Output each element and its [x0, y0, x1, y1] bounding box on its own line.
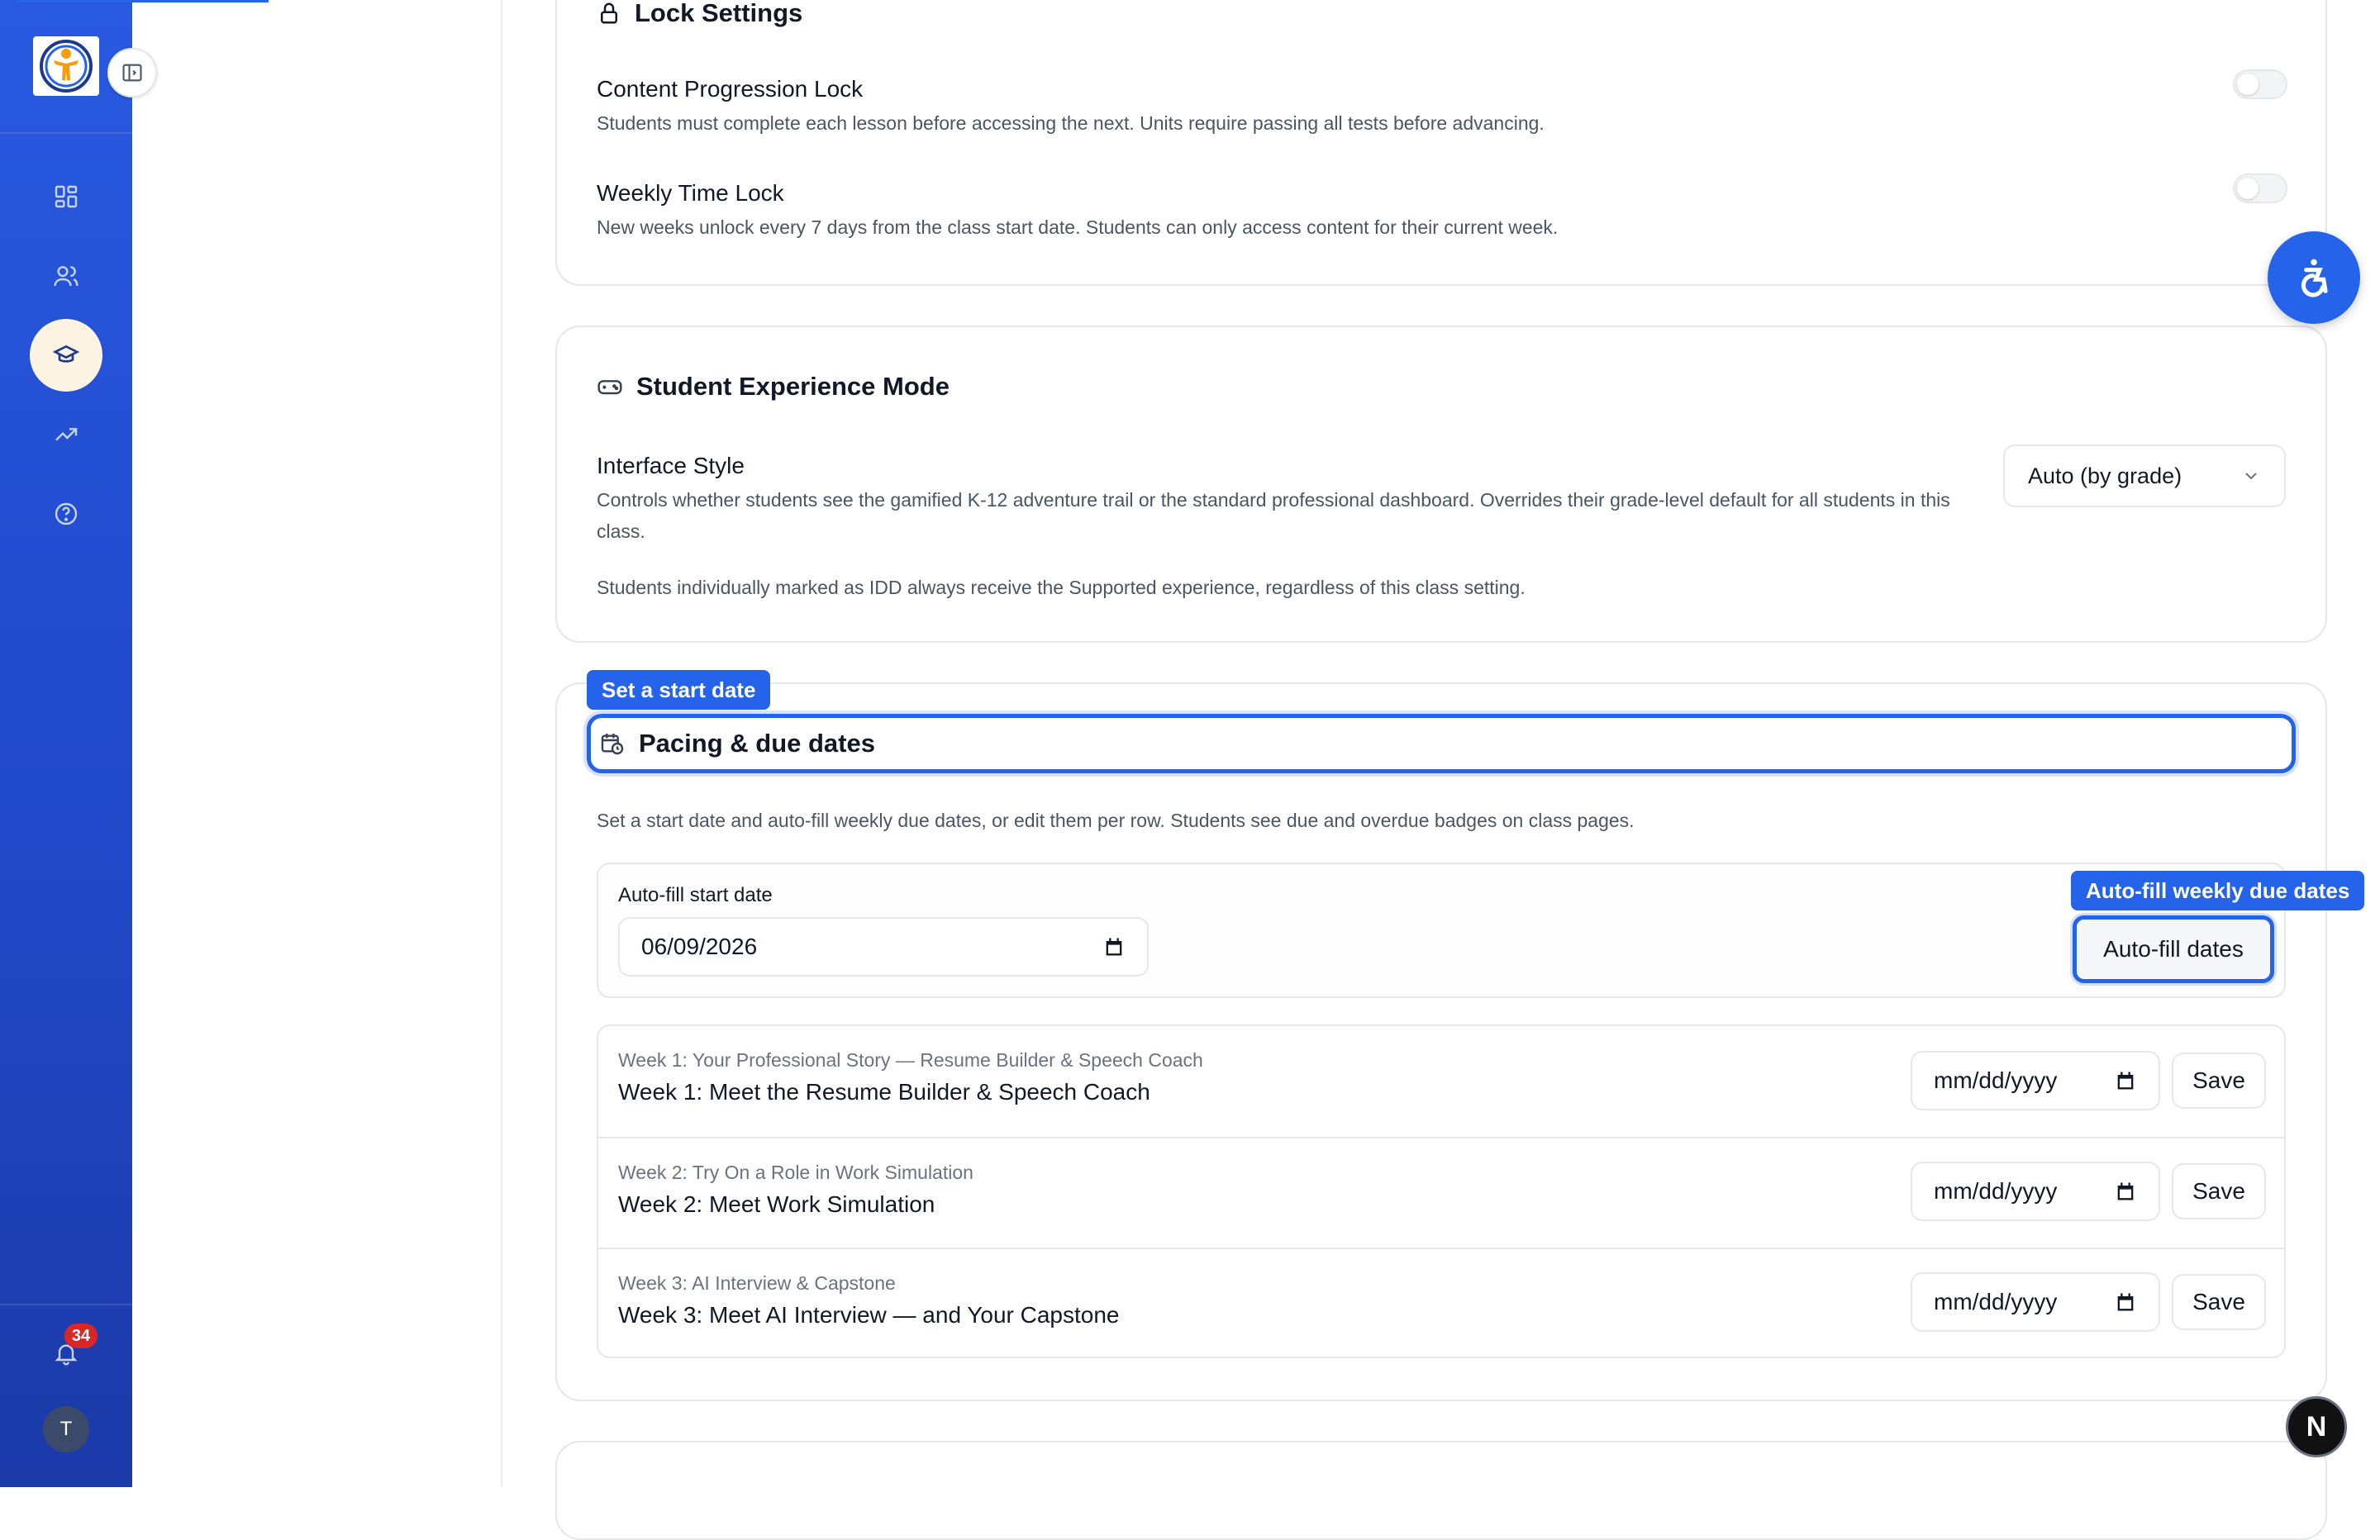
experience-header: Student Experience Mode [597, 372, 950, 402]
week-1-save-button[interactable]: Save [2172, 1053, 2266, 1109]
week-2-save-button[interactable]: Save [2172, 1163, 2266, 1219]
user-avatar[interactable]: T [43, 1406, 89, 1452]
date-placeholder: mm/dd/yyyy [1934, 1289, 2058, 1314]
interface-style-select[interactable]: Auto (by grade) [2003, 444, 2286, 507]
start-date-tooltip: Set a start date [587, 670, 771, 710]
sidebar-toggle-icon [122, 64, 142, 82]
logo-icon [40, 40, 93, 93]
help-icon [55, 502, 78, 525]
pacing-header-focused[interactable]: Pacing & due dates [587, 714, 2296, 773]
weekly-lock-label: Weekly Time Lock [597, 180, 784, 206]
start-date-value: 06/09/2026 [641, 934, 758, 959]
pacing-description: Set a start date and auto-fill weekly du… [597, 810, 1635, 831]
rail-divider [0, 132, 132, 134]
rail-divider [0, 1304, 132, 1305]
sidebar-rail: 34 T [0, 0, 269, 1487]
date-placeholder: mm/dd/yyyy [1934, 1178, 2058, 1204]
lock-settings-header: Lock Settings [597, 0, 802, 28]
graduation-cap-icon [53, 345, 79, 363]
users-icon [54, 266, 79, 287]
autofill-start-date-input[interactable]: 06/09/2026 [618, 917, 1149, 977]
chevron-down-icon [2245, 473, 2257, 480]
calendar-icon [2117, 1072, 2134, 1090]
week-subtitle: Week 2: Try On a Role in Work Simulation [618, 1162, 973, 1183]
content-lock-label: Content Progression Lock [597, 76, 864, 102]
idd-note: Students individually marked as IDD alwa… [597, 577, 1526, 598]
dashboard-icon [55, 185, 78, 208]
calendar-icon [1106, 938, 1122, 956]
calendar-icon [2117, 1293, 2134, 1311]
week-3-save-button[interactable]: Save [2172, 1274, 2266, 1330]
lock-settings-card: Lock Settings Content Progression Lock S… [555, 0, 2327, 286]
next-card [555, 1441, 2327, 1540]
interface-style-description: Controls whether students see the gamifi… [597, 489, 1950, 542]
weekly-lock-description: New weeks unlock every 7 days from the c… [597, 216, 1559, 238]
content-lock-toggle[interactable] [2233, 69, 2287, 99]
notification-count-badge: 34 [64, 1324, 98, 1348]
app-logo[interactable] [33, 36, 99, 96]
week-1-due-date-input[interactable]: mm/dd/yyyy [1911, 1051, 2160, 1110]
trend-icon [55, 428, 78, 441]
content-lock-description: Students must complete each lesson befor… [597, 112, 1545, 134]
autofill-panel: Auto-fill start date 06/09/2026 [597, 863, 2286, 998]
autofill-tooltip: Auto-fill weekly due dates [2071, 871, 2365, 910]
pacing-header: Pacing & due dates [599, 729, 875, 758]
accessibility-button[interactable] [2268, 231, 2360, 324]
accessibility-icon [2301, 259, 2328, 297]
sidebar-collapse-button[interactable] [107, 48, 157, 97]
date-placeholder: mm/dd/yyyy [1934, 1067, 2058, 1093]
week-subtitle: Week 3: AI Interview & Capstone [618, 1272, 896, 1294]
lock-settings-title: Lock Settings [635, 0, 803, 27]
week-title: Week 2: Meet Work Simulation [618, 1191, 935, 1217]
nav-dashboard[interactable] [33, 164, 99, 230]
week-3-due-date-input[interactable]: mm/dd/yyyy [1911, 1272, 2160, 1332]
calendar-clock-icon [601, 734, 624, 755]
interface-style-value: Auto (by grade) [2028, 463, 2182, 488]
week-title: Week 1: Meet the Resume Builder & Speech… [618, 1079, 1150, 1105]
weekly-lock-toggle[interactable] [2233, 173, 2287, 203]
secondary-panel-divider [501, 0, 502, 1487]
top-progress-line [17, 0, 269, 2]
week-title: Week 3: Meet AI Interview — and Your Cap… [618, 1302, 1120, 1328]
experience-title: Student Experience Mode [636, 372, 950, 401]
lock-icon [601, 2, 617, 24]
autofill-dates-button[interactable]: Auto-fill dates [2073, 915, 2274, 983]
week-2-due-date-input[interactable]: mm/dd/yyyy [1911, 1162, 2160, 1221]
nav-classes[interactable] [30, 319, 102, 392]
nav-users[interactable] [33, 243, 99, 309]
nav-help[interactable] [33, 481, 99, 547]
dev-tools-badge[interactable]: N [2286, 1396, 2347, 1457]
autofill-start-label: Auto-fill start date [618, 884, 773, 906]
calendar-icon [2117, 1182, 2134, 1200]
gamepad-icon [597, 380, 622, 395]
pacing-title: Pacing & due dates [639, 729, 875, 758]
nav-analytics[interactable] [33, 402, 99, 468]
interface-style-label: Interface Style [597, 453, 745, 478]
week-subtitle: Week 1: Your Professional Story — Resume… [618, 1049, 1203, 1071]
